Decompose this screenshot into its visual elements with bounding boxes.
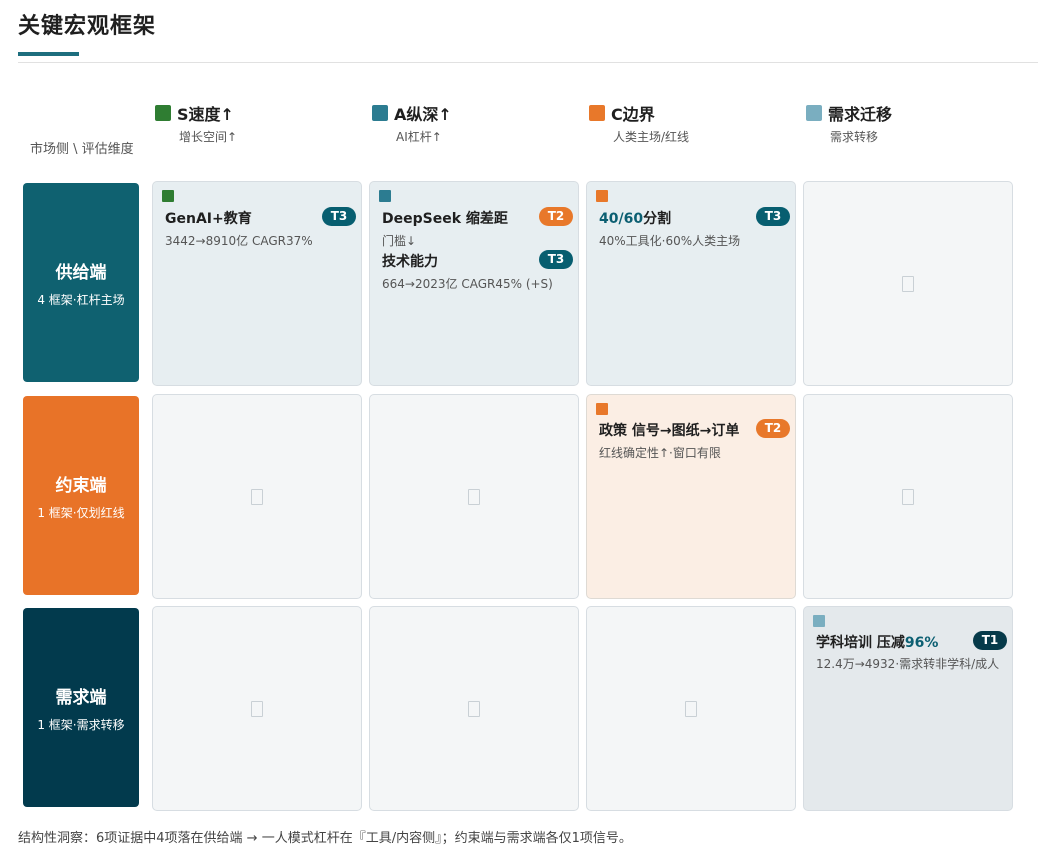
cell-constraint-speed-empty xyxy=(152,394,362,599)
column-header-label: A纵深↑ xyxy=(394,105,452,124)
empty-placeholder-icon xyxy=(251,488,263,505)
item-title: 学科培训 压减96% xyxy=(816,632,938,652)
row-label-sub: 4 框架·杠杆主场 xyxy=(37,292,125,307)
empty-placeholder-icon xyxy=(468,488,480,505)
row-label-demand: 需求端 1 框架·需求转移 xyxy=(23,608,139,807)
empty-placeholder-icon xyxy=(685,700,697,717)
cell-demand-boundary-empty xyxy=(586,606,796,811)
item-title: 政策 信号→图纸→订单 xyxy=(599,423,740,439)
column-header-depth: A纵深↑ AI杠杆↑ xyxy=(372,102,582,145)
cell-demand-depth-empty xyxy=(369,606,579,811)
row-label-sub: 1 框架·需求转移 xyxy=(37,717,125,732)
column-header-speed: S速度↑ 增长空间↑ xyxy=(155,102,365,145)
item-title-rest: 分割 xyxy=(643,211,672,227)
cell-supply-depth[interactable]: DeepSeek 缩差距 T2 门槛↓ 技术能力 T3 664→2023亿 CA… xyxy=(369,181,579,386)
matrix-corner-label: 市场侧 \ 评估维度 xyxy=(30,142,134,157)
row-label-supply: 供给端 4 框架·杠杆主场 xyxy=(23,183,139,382)
cell-supply-speed[interactable]: GenAI+教育 T3 3442→8910亿 CAGR37% xyxy=(152,181,362,386)
row-label-title: 需求端 xyxy=(55,687,107,708)
column-header-sub: AI杠杆↑ xyxy=(396,130,442,144)
page-title: 关键宏观框架 xyxy=(18,14,157,39)
structural-insight-note: 结构性洞察：6项证据中4项落在供给端 → 一人模式杠杆在『工具/内容侧』；约束端… xyxy=(18,831,632,846)
empty-placeholder-icon xyxy=(251,700,263,717)
item-sub: 40%工具化·60%人类主场 xyxy=(599,234,741,248)
cell-demand-demand-shift[interactable]: 学科培训 压减96% T1 12.4万→4932·需求转非学科/成人 xyxy=(803,606,1013,811)
category-swatch-icon xyxy=(596,403,608,415)
tier-badge: T3 xyxy=(539,250,573,269)
item-sub: 3442→8910亿 CAGR37% xyxy=(165,234,313,248)
row-label-title: 约束端 xyxy=(55,475,107,496)
category-swatch-icon xyxy=(596,190,608,202)
legend-swatch-icon xyxy=(806,105,822,121)
tier-badge: T2 xyxy=(756,419,790,438)
column-header-label: C边界 xyxy=(611,105,655,124)
tier-badge: T1 xyxy=(973,631,1007,650)
item-title-rest: 学科培训 压减 xyxy=(816,635,905,651)
legend-swatch-icon xyxy=(155,105,171,121)
empty-placeholder-icon xyxy=(902,488,914,505)
column-header-sub: 需求转移 xyxy=(830,130,879,144)
item-sub: 红线确定性↑·窗口有限 xyxy=(599,446,721,460)
column-header-label: S速度↑ xyxy=(177,105,234,124)
cell-demand-speed-empty xyxy=(152,606,362,811)
item-title: 技术能力 xyxy=(382,254,438,270)
column-header-boundary: C边界 人类主场/红线 xyxy=(589,102,799,145)
legend-swatch-icon xyxy=(589,105,605,121)
cell-supply-demand-shift-empty xyxy=(803,181,1013,386)
item-title: GenAI+教育 xyxy=(165,211,252,227)
column-header-label: 需求迁移 xyxy=(828,105,893,124)
item-title: DeepSeek 缩差距 xyxy=(382,211,508,227)
item-title: 40/60分割 xyxy=(599,208,671,228)
row-label-constraint: 约束端 1 框架·仅划红线 xyxy=(23,396,139,595)
column-header-sub: 人类主场/红线 xyxy=(613,130,690,144)
item-title-highlight: 40/60 xyxy=(599,211,644,227)
row-label-sub: 1 框架·仅划红线 xyxy=(37,505,125,520)
empty-placeholder-icon xyxy=(902,275,914,292)
column-header-sub: 增长空间↑ xyxy=(179,130,238,144)
cell-constraint-boundary[interactable]: 政策 信号→图纸→订单 T2 红线确定性↑·窗口有限 xyxy=(586,394,796,599)
category-swatch-icon xyxy=(379,190,391,202)
tier-badge: T2 xyxy=(539,207,573,226)
title-divider xyxy=(18,62,1038,63)
legend-swatch-icon xyxy=(372,105,388,121)
item-sub: 664→2023亿 CAGR45% (+S) xyxy=(382,277,553,291)
column-header-demand-shift: 需求迁移 需求转移 xyxy=(806,102,1016,145)
tier-badge: T3 xyxy=(322,207,356,226)
item-title-highlight: 96% xyxy=(904,635,939,651)
item-sub: 12.4万→4932·需求转非学科/成人 xyxy=(816,657,1000,671)
title-accent-bar xyxy=(18,52,79,56)
tier-badge: T3 xyxy=(756,207,790,226)
item-sub: 门槛↓ xyxy=(382,234,417,248)
category-swatch-icon xyxy=(162,190,174,202)
row-label-title: 供给端 xyxy=(55,262,107,283)
cell-constraint-depth-empty xyxy=(369,394,579,599)
empty-placeholder-icon xyxy=(468,700,480,717)
category-swatch-icon xyxy=(813,615,825,627)
cell-constraint-demand-shift-empty xyxy=(803,394,1013,599)
cell-supply-boundary[interactable]: 40/60分割 T3 40%工具化·60%人类主场 xyxy=(586,181,796,386)
